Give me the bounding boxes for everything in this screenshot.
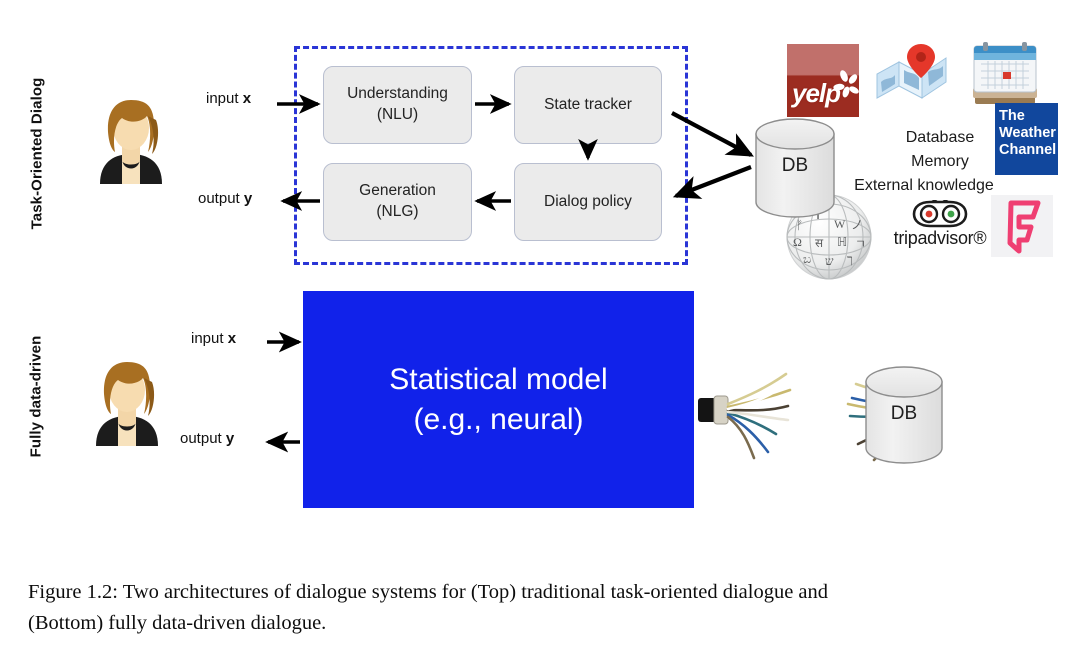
- database-label-top: DB: [781, 155, 809, 176]
- foursquare-flag-icon: [1007, 200, 1041, 254]
- svg-text:स: स: [815, 236, 824, 250]
- the-weather-channel-line2: Weather: [999, 125, 1056, 142]
- the-weather-channel-logo[interactable]: The Weather Channel: [995, 103, 1058, 175]
- svg-text:ノ: ノ: [851, 218, 863, 232]
- module-box-nlg-line1: Generation: [359, 182, 436, 200]
- svg-text:ך: ך: [847, 252, 853, 266]
- svg-text:Ω: Ω: [793, 235, 802, 249]
- input-label-top: input x: [206, 90, 251, 107]
- svg-text:✝: ✝: [813, 208, 823, 222]
- output-label-bottom-var: y: [225, 430, 235, 447]
- the-weather-channel-line3: Channel: [999, 142, 1057, 159]
- module-box-dialog-policy[interactable]: Dialog policy: [514, 163, 662, 241]
- output-label-bottom: output y: [180, 430, 234, 447]
- maps-logo[interactable]: [874, 42, 952, 118]
- module-box-dialog-policy-line1: Dialog policy: [544, 192, 632, 210]
- output-label-top-text: output: [198, 190, 244, 207]
- tripadvisor-owl-icon: [912, 200, 968, 228]
- input-label-bottom: input x: [191, 330, 236, 347]
- output-label-top-var: y: [243, 190, 253, 207]
- module-box-nlg-line2: (NLG): [376, 203, 419, 220]
- figure-caption: Figure 1.2: Two architectures of dialogu…: [28, 577, 1058, 639]
- tripadvisor-logo-wordmark: tripadvisor®: [893, 228, 987, 248]
- wikipedia-logo[interactable]: ᚠ ✝ W ノ Ω स ℍ ㄱ ಬ ש ך: [785, 193, 873, 281]
- yelp-burst-icon: [833, 70, 859, 98]
- person-icon: [96, 362, 158, 446]
- module-box-nlu[interactable]: Understanding (NLU): [323, 66, 472, 144]
- module-box-state-tracker-line1: State tracker: [544, 95, 632, 113]
- database-label-bottom: DB: [890, 403, 918, 424]
- input-label-top-var: x: [242, 90, 252, 107]
- user-avatar-top: [92, 88, 170, 184]
- user-avatar-bottom: [88, 350, 166, 446]
- module-box-nlu-line2: (NLU): [376, 106, 419, 123]
- input-label-top-text: input: [206, 90, 243, 107]
- module-box-nlg[interactable]: Generation (NLG): [323, 163, 472, 241]
- statistical-model-box[interactable]: Statistical model (e.g., neural): [303, 291, 694, 508]
- svg-text:ㄱ: ㄱ: [855, 237, 866, 251]
- row-label-task-oriented-dialog: Task-Oriented Dialog: [28, 77, 46, 230]
- svg-text:ಬ: ಬ: [803, 252, 811, 266]
- tripadvisor-logo[interactable]: tripadvisor®: [885, 200, 995, 255]
- input-label-bottom-var: x: [227, 330, 237, 347]
- person-icon: [100, 100, 162, 184]
- input-label-bottom-text: input: [191, 330, 228, 347]
- module-box-nlu-line1: Understanding: [347, 85, 448, 103]
- the-weather-channel-line1: The: [999, 108, 1025, 124]
- output-label-top: output y: [198, 190, 252, 207]
- calendar-icon: [973, 42, 1037, 104]
- module-box-state-tracker[interactable]: State tracker: [514, 66, 662, 144]
- svg-text:ש: ש: [825, 254, 834, 268]
- figure-caption-line-1: Figure 1.2: Two architectures of dialogu…: [28, 581, 829, 603]
- calendar-logo[interactable]: [969, 40, 1041, 108]
- folded-map-icon: [876, 44, 947, 99]
- wikipedia-globe-icon: ᚠ ✝ W ノ Ω स ℍ ㄱ ಬ ש ך: [786, 194, 872, 280]
- statistical-model-line2: (e.g., neural): [413, 402, 584, 436]
- output-label-bottom-text: output: [180, 430, 226, 447]
- foursquare-logo[interactable]: [991, 195, 1053, 257]
- row-label-fully-data-driven: Fully data-driven: [27, 335, 45, 458]
- svg-text:ᚠ: ᚠ: [796, 218, 803, 232]
- svg-text:W: W: [834, 217, 846, 231]
- yelp-logo[interactable]: yelp: [787, 44, 859, 117]
- svg-text:ℍ: ℍ: [837, 235, 847, 249]
- figure-caption-line-2: (Bottom) fully data-driven dialogue.: [28, 611, 327, 634]
- statistical-model-line1: Statistical model: [389, 362, 608, 396]
- figure-container: Task-Oriented Dialog Fully data-driven i…: [0, 0, 1080, 662]
